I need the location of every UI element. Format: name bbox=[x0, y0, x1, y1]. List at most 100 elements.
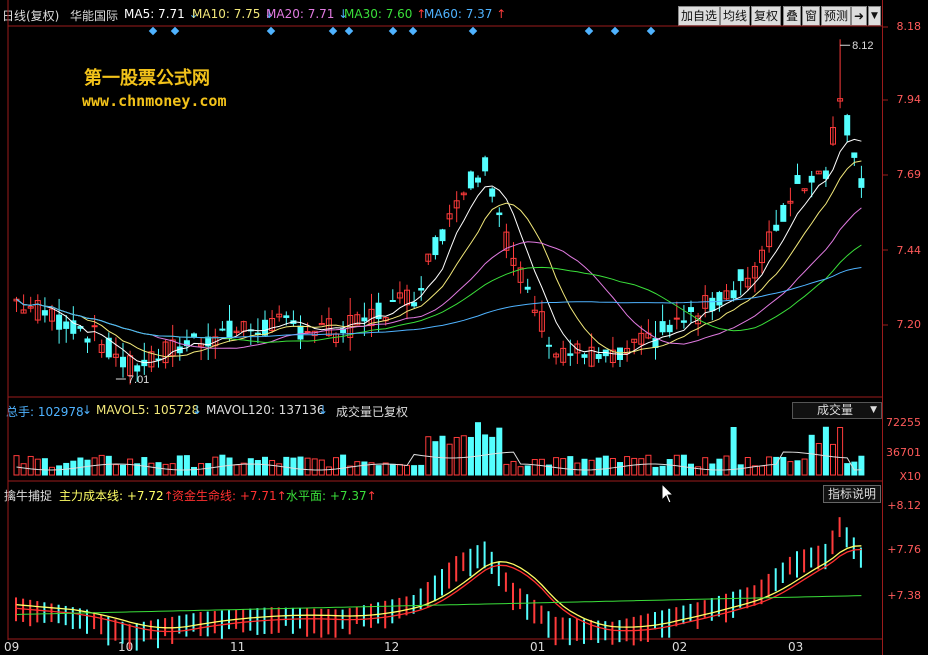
volume-bar bbox=[744, 457, 751, 476]
candlestick bbox=[567, 353, 574, 356]
signal-diamond bbox=[344, 26, 354, 36]
volume-bar bbox=[815, 442, 822, 476]
volume-bar bbox=[652, 466, 659, 476]
volume-bar bbox=[638, 458, 645, 476]
volume-bar bbox=[475, 422, 481, 476]
low-label: 7.01 bbox=[128, 374, 149, 386]
candlestick bbox=[262, 319, 268, 336]
signal-diamond bbox=[408, 26, 418, 36]
volume-bar bbox=[247, 458, 254, 476]
candlestick bbox=[581, 354, 588, 358]
volume-bar bbox=[588, 459, 595, 476]
volume-bar bbox=[489, 436, 496, 476]
volume-bar bbox=[120, 464, 126, 476]
volume-bar bbox=[787, 461, 794, 476]
candlestick bbox=[475, 177, 481, 183]
candlestick bbox=[361, 317, 368, 322]
volume-bar bbox=[41, 458, 48, 476]
volume-bar bbox=[794, 460, 801, 476]
candlestick bbox=[84, 338, 91, 343]
volume-bar bbox=[276, 463, 283, 476]
candlestick bbox=[134, 365, 141, 372]
volume-bar bbox=[354, 461, 361, 476]
volume-bar bbox=[183, 455, 190, 476]
volume-bar bbox=[112, 464, 119, 476]
volume-bar bbox=[567, 456, 574, 476]
ma-line bbox=[16, 207, 862, 349]
candlestick bbox=[688, 307, 694, 312]
volume-bar bbox=[411, 465, 418, 476]
volume-bar bbox=[233, 464, 240, 476]
volume-bar bbox=[645, 454, 652, 476]
chart-canvas[interactable]: 8.12 7.01 bbox=[0, 0, 928, 655]
signal-diamond bbox=[328, 26, 338, 36]
volume-bar bbox=[127, 458, 134, 476]
volume-bar bbox=[688, 463, 694, 476]
volume-bar bbox=[631, 457, 638, 476]
candlestick bbox=[56, 314, 63, 330]
volume-bar bbox=[538, 458, 545, 476]
volume-bar bbox=[396, 463, 403, 476]
candlestick bbox=[283, 315, 290, 318]
volume-bar bbox=[262, 456, 268, 476]
candlestick bbox=[304, 331, 311, 334]
candlestick bbox=[844, 115, 851, 136]
volume-bar bbox=[446, 443, 453, 476]
candlestick bbox=[851, 152, 858, 158]
volume-bar bbox=[191, 466, 197, 476]
candlestick bbox=[389, 300, 396, 303]
candlestick bbox=[226, 320, 233, 338]
volume-bar bbox=[375, 465, 382, 476]
signal-diamond bbox=[388, 26, 398, 36]
volume-bar bbox=[773, 456, 780, 476]
volume-bar bbox=[702, 457, 709, 476]
volume-bar bbox=[602, 455, 609, 476]
signal-diamond bbox=[646, 26, 656, 36]
volume-bar bbox=[325, 466, 332, 476]
signal-diamond bbox=[170, 26, 180, 36]
volume-bar bbox=[404, 464, 410, 476]
candlestick bbox=[546, 344, 552, 347]
indicator-line bbox=[16, 545, 862, 629]
volume-bar bbox=[595, 457, 602, 476]
signal-diamond bbox=[610, 26, 620, 36]
candlestick bbox=[737, 269, 744, 282]
volume-bar bbox=[318, 459, 325, 476]
volume-bar bbox=[680, 454, 687, 476]
candlestick bbox=[808, 175, 815, 183]
volume-bar bbox=[723, 455, 730, 476]
volume-bar bbox=[858, 455, 865, 476]
volume-bar bbox=[176, 455, 183, 476]
volume-bar bbox=[269, 459, 276, 476]
volume-bar bbox=[432, 441, 439, 476]
candlestick bbox=[680, 320, 687, 323]
volume-bar bbox=[212, 456, 219, 476]
volume-bar bbox=[389, 463, 396, 476]
volume-bar bbox=[205, 463, 212, 476]
candlestick bbox=[666, 324, 673, 333]
volume-bar bbox=[737, 464, 744, 476]
volume-bar bbox=[105, 455, 112, 476]
volume-bar bbox=[439, 435, 446, 476]
volume-bar bbox=[304, 457, 311, 476]
ma-line bbox=[16, 138, 862, 364]
candlestick bbox=[489, 188, 496, 197]
volume-bar bbox=[91, 457, 98, 476]
volume-bar bbox=[226, 457, 233, 476]
candlestick bbox=[91, 325, 98, 328]
candlestick bbox=[673, 317, 680, 320]
volume-bar bbox=[453, 436, 460, 476]
indicator-line bbox=[16, 548, 862, 633]
candlestick bbox=[297, 325, 304, 340]
candlestick bbox=[794, 175, 801, 184]
high-label: 8.12 bbox=[852, 40, 873, 52]
volume-bar bbox=[27, 455, 34, 476]
volume-bar bbox=[801, 458, 808, 476]
volume-bar bbox=[496, 427, 503, 476]
volume-bar bbox=[254, 460, 261, 476]
volume-bar bbox=[148, 462, 155, 476]
volume-bar bbox=[666, 459, 673, 476]
volume-bar bbox=[780, 456, 787, 476]
candlestick bbox=[219, 328, 226, 331]
candlestick bbox=[730, 290, 737, 299]
